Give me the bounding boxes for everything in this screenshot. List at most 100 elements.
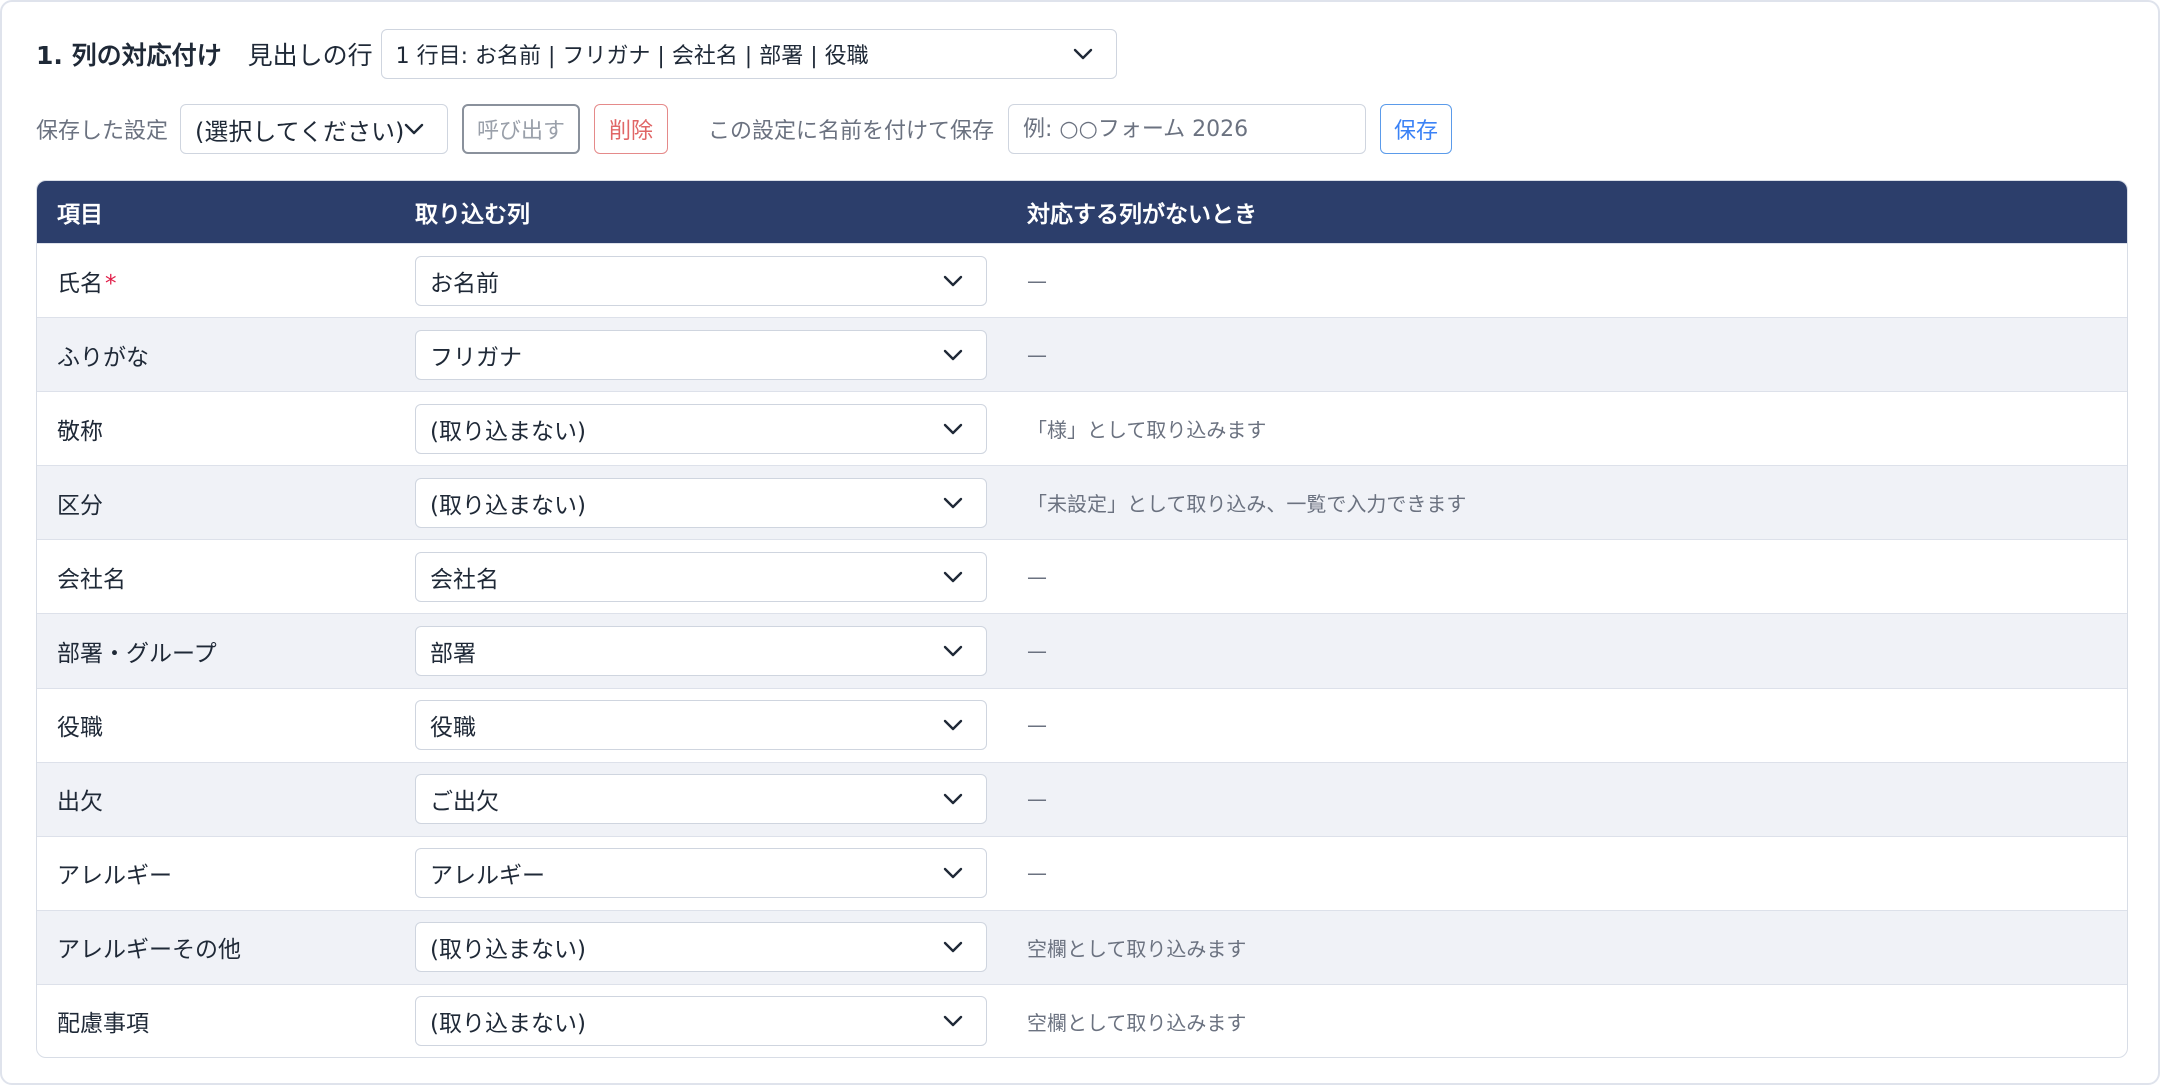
saved-settings-label: 保存した設定 — [36, 119, 169, 144]
fallback-text: — — [1027, 268, 1047, 293]
table-header: 項目 取り込む列 対応する列がないとき — [37, 181, 2127, 243]
field-label-text: 役職 — [57, 715, 103, 742]
source-column-select[interactable]: フリガナ — [415, 329, 987, 380]
source-column-select[interactable]: 会社名 — [415, 551, 987, 602]
field-label-text: 部署・グループ — [57, 641, 217, 668]
mapping-table: 項目 取り込む列 対応する列がないとき 氏名* お名前 — ふりがな フリガナ — 敬称 (取… — [36, 180, 2128, 1058]
field-label: 役職 — [57, 708, 103, 742]
source-column-value: お名前 — [430, 270, 499, 297]
chevron-down-icon — [943, 349, 963, 360]
saved-settings-select-value: (選択してください) — [195, 117, 405, 146]
saved-settings-select[interactable]: (選択してください) — [180, 104, 449, 154]
fallback-text: — — [1027, 861, 1047, 886]
heading-row-select[interactable]: 1 行目: お名前 | フリガナ | 会社名 | 部署 | 役職 — [380, 29, 1117, 79]
field-label: 配慮事項 — [57, 1004, 149, 1038]
source-column-value: ご出欠 — [430, 789, 499, 816]
source-column-select[interactable]: 部署 — [415, 626, 987, 677]
heading-row-bar: 1. 列の対応付け 見出しの行 1 行目: お名前 | フリガナ | 会社名 |… — [36, 28, 1117, 80]
source-column-select[interactable]: 役職 — [415, 700, 987, 751]
source-column-value: 役職 — [430, 715, 476, 742]
chevron-down-icon — [943, 497, 963, 509]
table-row: 氏名* お名前 — — [37, 243, 2127, 317]
field-label-text: アレルギー — [57, 863, 172, 890]
chevron-down-icon — [943, 1016, 963, 1027]
saved-settings-bar: 保存した設定 (選択してください) 呼び出す 削除 この設定に名前を付けて保存 … — [36, 104, 1453, 154]
column-header-field: 項目 — [57, 202, 103, 228]
field-label-text: 氏名 — [57, 270, 103, 297]
field-label-text: 敬称 — [57, 418, 103, 445]
chevron-down-icon — [943, 719, 963, 731]
field-label-text: ふりがな — [57, 344, 149, 371]
chevron-down-icon — [1073, 48, 1092, 60]
table-row: 区分 (取り込まない) 「未設定」として取り込み、一覧で入力できます — [37, 465, 2127, 540]
source-column-value: (取り込まない) — [430, 492, 586, 519]
fallback-text: 空欄として取り込みます — [1027, 1010, 1247, 1035]
fallback-text: — — [1027, 639, 1047, 664]
save-name-label: この設定に名前を付けて保存 — [708, 119, 995, 144]
table-row: 会社名 会社名 — — [37, 539, 2127, 613]
chevron-down-icon — [943, 571, 963, 583]
field-label: 区分 — [57, 486, 103, 520]
source-column-select[interactable]: (取り込まない) — [415, 922, 987, 973]
delete-button[interactable]: 削除 — [594, 104, 669, 154]
source-column-value: アレルギー — [430, 863, 545, 890]
field-label: アレルギー — [57, 856, 172, 890]
table-row: ふりがな フリガナ — — [37, 317, 2127, 392]
chevron-down-icon — [943, 423, 963, 434]
chevron-down-icon — [943, 645, 963, 657]
column-header-fallback: 対応する列がないとき — [1027, 202, 1257, 228]
fallback-text: — — [1027, 713, 1047, 738]
source-column-select[interactable]: (取り込まない) — [415, 996, 987, 1047]
table-row: 配慮事項 (取り込まない) 空欄として取り込みます — [37, 983, 2127, 1057]
recall-button[interactable]: 呼び出す — [462, 104, 581, 154]
table-row: アレルギー アレルギー — — [37, 835, 2127, 910]
table-body: 氏名* お名前 — ふりがな フリガナ — 敬称 (取り込まない) 「様」として取り込みます区分… — [37, 243, 2127, 1057]
field-label: 氏名* — [57, 264, 117, 298]
field-label: 出欠 — [57, 782, 103, 816]
heading-row-label: 見出しの行 — [247, 41, 373, 70]
table-row: 敬称 (取り込まない) 「様」として取り込みます — [37, 391, 2127, 465]
heading-row-select-value: 1 行目: お名前 | フリガナ | 会社名 | 部署 | 役職 — [395, 44, 869, 69]
table-row: 部署・グループ 部署 — — [37, 613, 2127, 688]
field-label: 敬称 — [57, 412, 103, 446]
section-title: 1. 列の対応付け — [36, 41, 222, 70]
fallback-text: — — [1027, 342, 1047, 367]
source-column-select[interactable]: (取り込まない) — [415, 477, 987, 528]
chevron-down-icon — [404, 123, 424, 135]
source-column-value: (取り込まない) — [430, 937, 586, 964]
chevron-down-icon — [943, 275, 963, 286]
source-column-select[interactable]: ご出欠 — [415, 774, 987, 825]
fallback-text: 空欄として取り込みます — [1027, 936, 1247, 961]
source-column-value: フリガナ — [430, 344, 522, 371]
field-label-text: 会社名 — [57, 566, 126, 593]
field-label-text: アレルギーその他 — [57, 937, 241, 964]
table-row: 出欠 ご出欠 — — [37, 761, 2127, 836]
column-header-source: 取り込む列 — [415, 202, 530, 228]
fallback-text: — — [1027, 787, 1047, 812]
field-label-text: 配慮事項 — [57, 1011, 149, 1038]
required-mark: * — [105, 270, 117, 297]
field-label: アレルギーその他 — [57, 930, 241, 964]
field-label: ふりがな — [57, 338, 149, 372]
source-column-select[interactable]: (取り込まない) — [415, 403, 987, 454]
field-label: 会社名 — [57, 560, 126, 594]
table-row: アレルギーその他 (取り込まない) 空欄として取り込みます — [37, 909, 2127, 984]
field-label-text: 区分 — [57, 492, 103, 519]
chevron-down-icon — [943, 942, 963, 953]
mapping-panel: 1. 列の対応付け 見出しの行 1 行目: お名前 | フリガナ | 会社名 |… — [0, 0, 2160, 1085]
save-button[interactable]: 保存 — [1380, 104, 1453, 154]
setting-name-input[interactable] — [1008, 104, 1367, 154]
fallback-text: — — [1027, 564, 1047, 589]
field-label: 部署・グループ — [57, 634, 217, 668]
table-row: 役職 役職 — — [37, 687, 2127, 762]
source-column-value: 部署 — [430, 641, 476, 668]
source-column-value: (取り込まない) — [430, 418, 586, 445]
fallback-text: 「未設定」として取り込み、一覧で入力できます — [1027, 492, 1467, 517]
field-label-text: 出欠 — [57, 789, 103, 816]
source-column-select[interactable]: アレルギー — [415, 848, 987, 899]
chevron-down-icon — [943, 868, 963, 879]
chevron-down-icon — [943, 794, 963, 805]
source-column-select[interactable]: お名前 — [415, 255, 987, 306]
source-column-value: (取り込まない) — [430, 1011, 586, 1038]
fallback-text: 「様」として取り込みます — [1027, 418, 1267, 443]
